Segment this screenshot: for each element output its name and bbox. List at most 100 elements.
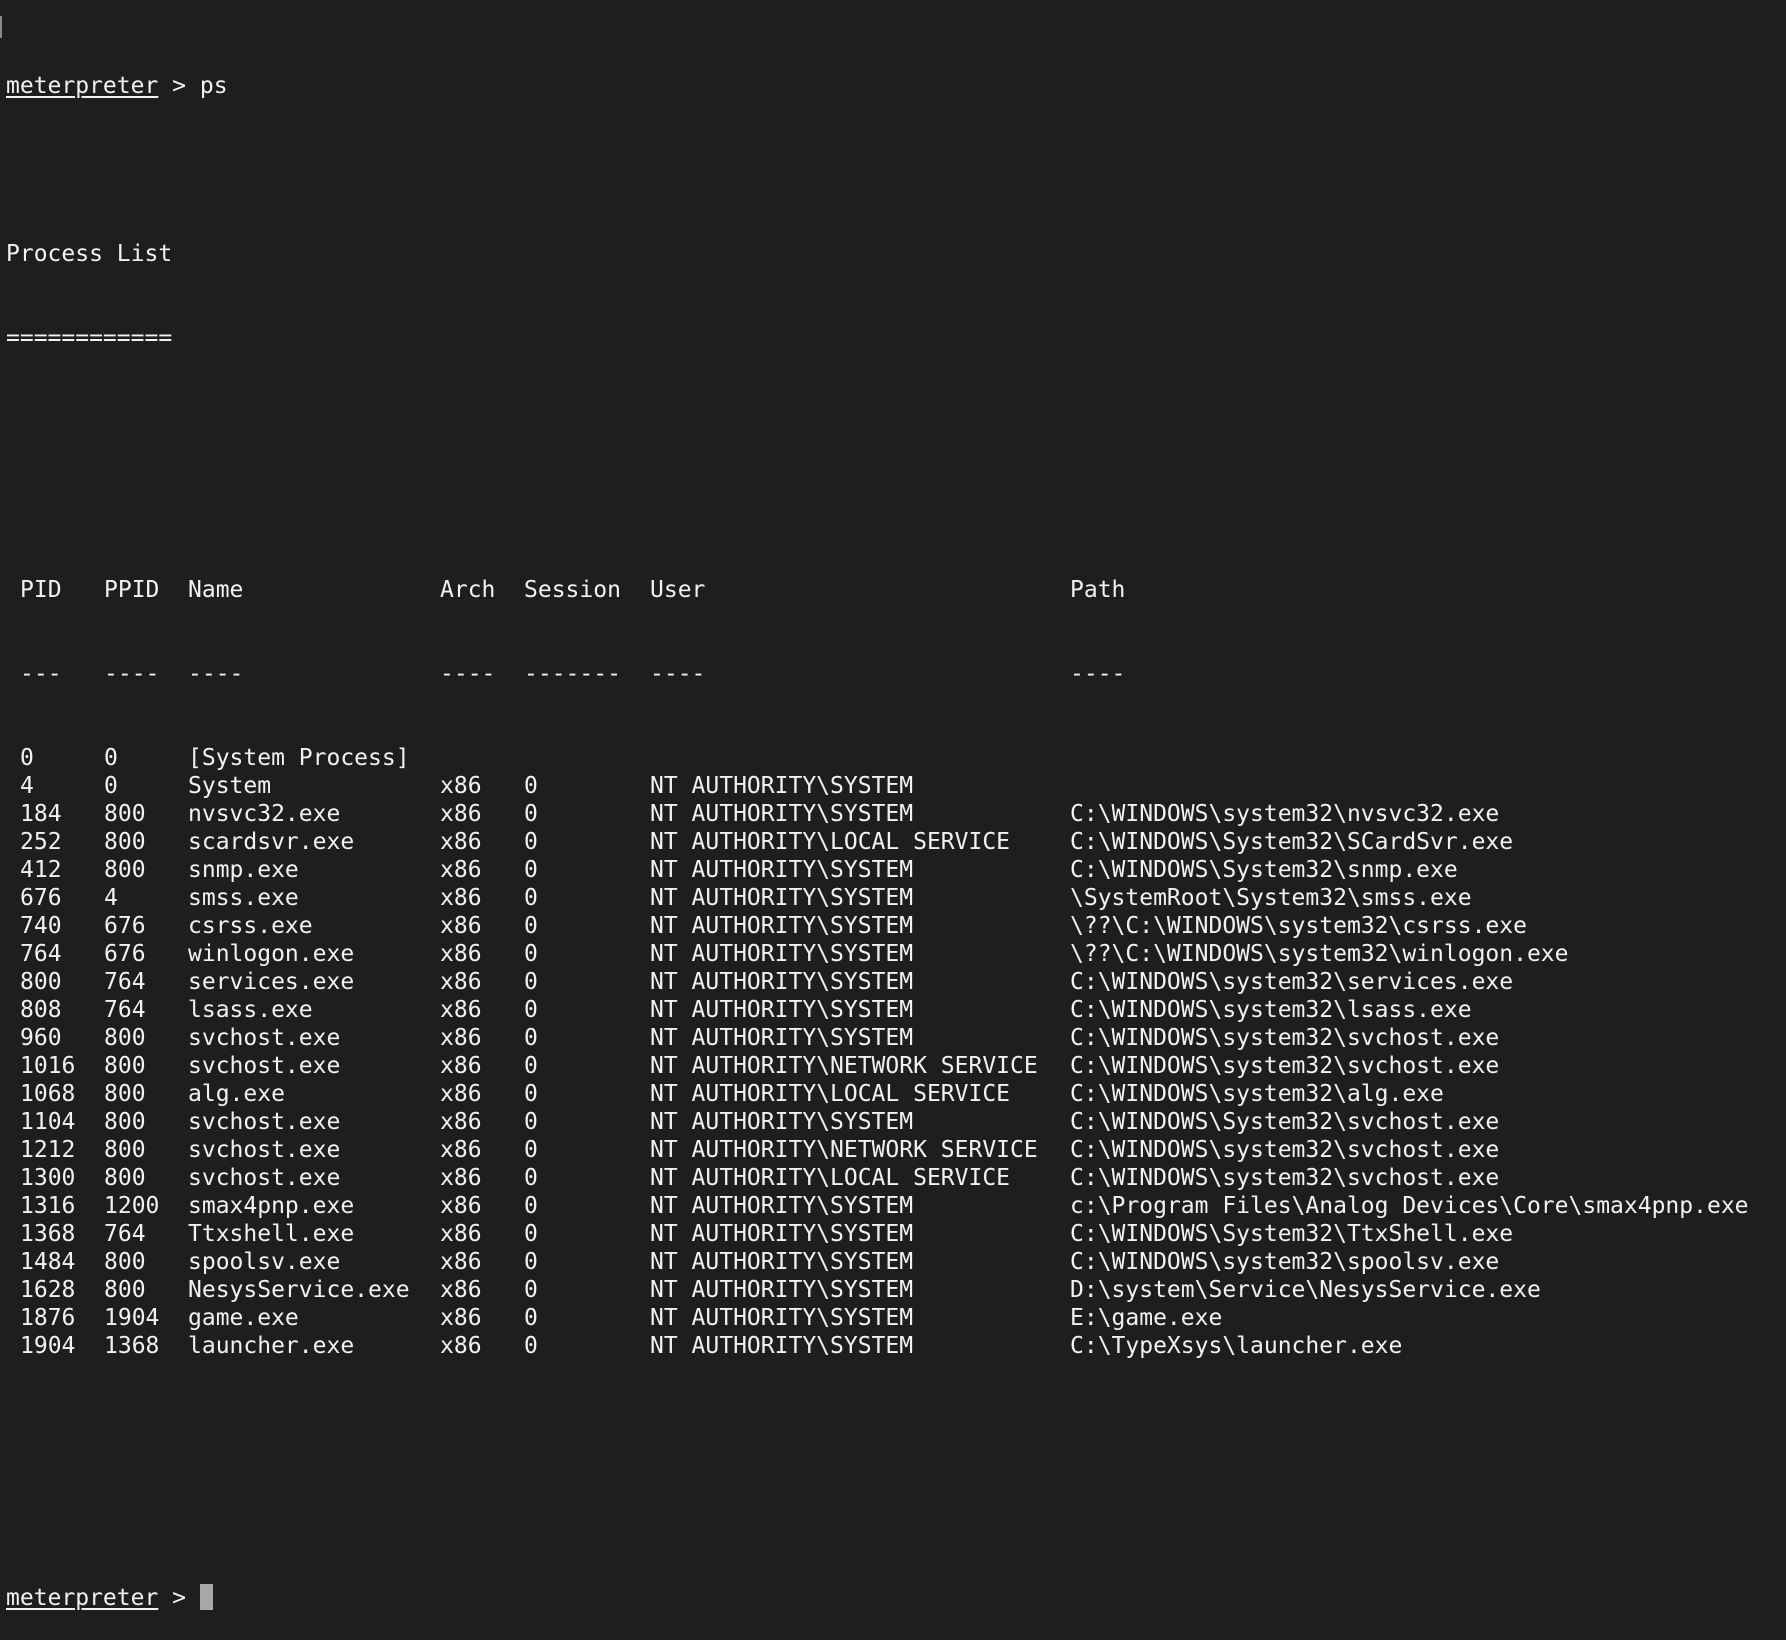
cell-ppid: 800 [104, 829, 146, 855]
cell-arch: x86 [440, 1277, 482, 1303]
divider-arch: ---- [440, 661, 496, 687]
cell-name: snmp.exe [188, 857, 299, 883]
cell-path: C:\WINDOWS\System32\SCardSvr.exe [1070, 829, 1514, 855]
table-row: 808 764 lsass.exe x86 0 NT AUTHORITY\SYSTEM C:… [20, 996, 1749, 1024]
cell-path: C:\WINDOWS\System32\snmp.exe [1070, 857, 1458, 883]
cell-name: nvsvc32.exe [188, 801, 341, 827]
cell-ppid: 764 [104, 969, 146, 995]
table-row: 1904 1368 launcher.exe x86 0 NT AUTHORITY\SYS… [20, 1332, 1749, 1360]
table-row: 412 800 snmp.exe x86 0 NT AUTHORITY\SYSTEM C:\… [20, 856, 1749, 884]
cell-name: winlogon.exe [188, 941, 355, 967]
cell-ppid: 800 [104, 1137, 146, 1163]
cell-path: C:\WINDOWS\system32\nvsvc32.exe [1070, 801, 1500, 827]
cell-user: NT AUTHORITY\SYSTEM [650, 969, 914, 995]
table-row: 4 0 System x86 0 NT AUTHORITY\SYSTEM [20, 772, 1749, 800]
cell-ppid: 800 [104, 1053, 146, 1079]
cell-pid: 1628 [20, 1277, 76, 1303]
cell-session: 0 [524, 1249, 538, 1275]
active-prompt-line[interactable]: meterpreter > [6, 1584, 1749, 1612]
cell-session: 0 [524, 1221, 538, 1247]
cell-user: NT AUTHORITY\SYSTEM [650, 1221, 914, 1247]
cell-ppid: 764 [104, 1221, 146, 1247]
cell-session: 0 [524, 885, 538, 911]
cell-arch: x86 [440, 1165, 482, 1191]
header-ppid: PPID [104, 577, 160, 603]
table-row: 1876 1904 game.exe x86 0 NT AUTHORITY\SYSTEM E… [20, 1304, 1749, 1332]
table-row: 1316 1200 smax4pnp.exe x86 0 NT AUTHORITY\SYS… [20, 1192, 1749, 1220]
cell-pid: 764 [20, 941, 62, 967]
cell-pid: 1904 [20, 1333, 76, 1359]
cell-ppid: 800 [104, 1109, 146, 1135]
cell-name: game.exe [188, 1305, 299, 1331]
cell-session: 0 [524, 1333, 538, 1359]
cell-name: svchost.exe [188, 1109, 341, 1135]
cell-pid: 1104 [20, 1109, 76, 1135]
table-header: PID PPID Name Arch Session User Path [20, 576, 1749, 604]
prompt-separator: > [158, 73, 200, 99]
cell-user: NT AUTHORITY\SYSTEM [650, 1109, 914, 1135]
section-title: Process List [6, 241, 173, 267]
divider-user: ---- [650, 661, 706, 687]
cell-path: \??\C:\WINDOWS\system32\winlogon.exe [1070, 941, 1569, 967]
table-row: 0 0 [System Process] [20, 744, 1749, 772]
cell-user: NT AUTHORITY\SYSTEM [650, 773, 914, 799]
cell-pid: 1016 [20, 1053, 76, 1079]
cell-name: scardsvr.exe [188, 829, 355, 855]
table-row: 1300 800 svchost.exe x86 0 NT AUTHORITY\LOCAL… [20, 1164, 1749, 1192]
cell-name: smax4pnp.exe [188, 1193, 355, 1219]
cell-path: C:\WINDOWS\system32\svchost.exe [1070, 1165, 1500, 1191]
divider-name: ---- [188, 661, 244, 687]
table-row: 676 4 smss.exe x86 0 NT AUTHORITY\SYSTEM \Syst… [20, 884, 1749, 912]
cell-ppid: 764 [104, 997, 146, 1023]
table-row: 1484 800 spoolsv.exe x86 0 NT AUTHORITY\SYSTE… [20, 1248, 1749, 1276]
cell-user: NT AUTHORITY\SYSTEM [650, 857, 914, 883]
header-arch: Arch [440, 577, 496, 603]
cell-pid: 1316 [20, 1193, 76, 1219]
process-table: PID PPID Name Arch Session User Path --- ---- --… [6, 520, 1749, 1416]
cell-user: NT AUTHORITY\SYSTEM [650, 913, 914, 939]
cell-pid: 1068 [20, 1081, 76, 1107]
cell-pid: 676 [20, 885, 62, 911]
cell-path: E:\game.exe [1070, 1305, 1223, 1331]
table-divider: --- ---- ---- ---- ------- ---- ---- [20, 660, 1749, 688]
cell-ppid: 800 [104, 1249, 146, 1275]
cell-session: 0 [524, 1025, 538, 1051]
cell-session: 0 [524, 1081, 538, 1107]
cell-name: smss.exe [188, 885, 299, 911]
cell-path: C:\WINDOWS\system32\lsass.exe [1070, 997, 1472, 1023]
cell-arch: x86 [440, 1025, 482, 1051]
cell-ppid: 4 [104, 885, 118, 911]
cell-session: 0 [524, 941, 538, 967]
cell-ppid: 800 [104, 1081, 146, 1107]
cell-arch: x86 [440, 885, 482, 911]
cell-pid: 1876 [20, 1305, 76, 1331]
cell-user: NT AUTHORITY\SYSTEM [650, 885, 914, 911]
cell-name: [System Process] [188, 745, 410, 771]
cell-user: NT AUTHORITY\SYSTEM [650, 1277, 914, 1303]
cell-path: \SystemRoot\System32\smss.exe [1070, 885, 1472, 911]
cell-pid: 1484 [20, 1249, 76, 1275]
cell-name: launcher.exe [188, 1333, 355, 1359]
header-user: User [650, 577, 706, 603]
cell-path: C:\WINDOWS\System32\svchost.exe [1070, 1109, 1500, 1135]
cell-pid: 0 [20, 745, 34, 771]
cell-ppid: 1368 [104, 1333, 160, 1359]
divider-session: ------- [524, 661, 621, 687]
cell-session: 0 [524, 969, 538, 995]
cell-pid: 808 [20, 997, 62, 1023]
cell-name: System [188, 773, 272, 799]
table-row: 740 676 csrss.exe x86 0 NT AUTHORITY\SYSTEM \?… [20, 912, 1749, 940]
command-line: meterpreter > ps [6, 72, 1749, 100]
cell-pid: 740 [20, 913, 62, 939]
cell-arch: x86 [440, 1333, 482, 1359]
cell-user: NT AUTHORITY\SYSTEM [650, 997, 914, 1023]
cell-arch: x86 [440, 801, 482, 827]
terminal-output[interactable]: meterpreter > ps Process List ==========… [6, 16, 1749, 1640]
cell-session: 0 [524, 829, 538, 855]
table-row: 1212 800 svchost.exe x86 0 NT AUTHORITY\NETWO… [20, 1136, 1749, 1164]
table-row: 252 800 scardsvr.exe x86 0 NT AUTHORITY\LOCAL… [20, 828, 1749, 856]
cell-session: 0 [524, 773, 538, 799]
cell-user: NT AUTHORITY\NETWORK SERVICE [650, 1053, 1038, 1079]
